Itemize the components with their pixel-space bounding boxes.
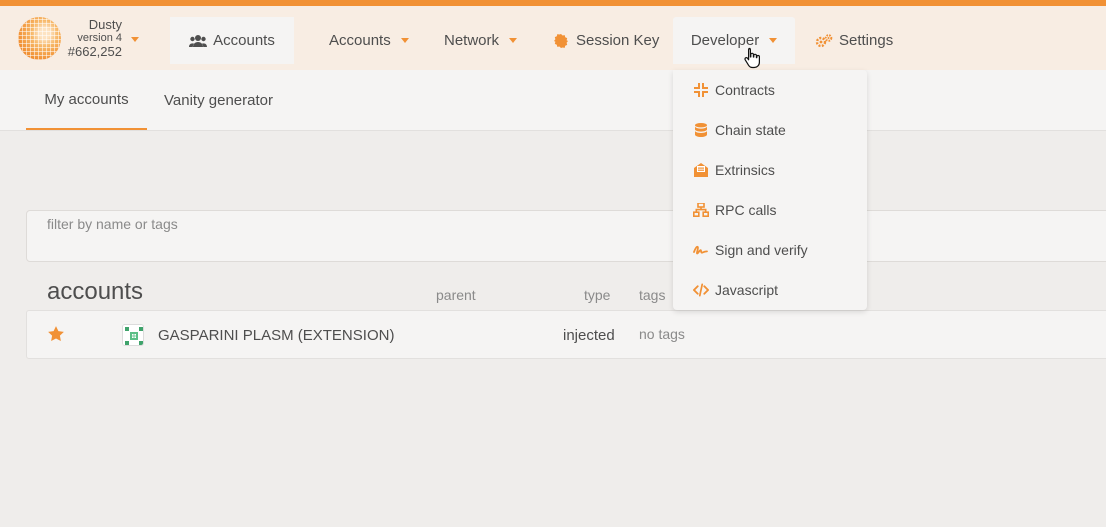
users-icon [189,33,208,49]
chevron-down-icon [769,38,778,43]
sub-tabs: My accounts Vanity generator [0,70,1106,131]
menu-accounts[interactable]: Accounts [329,17,409,64]
star-icon[interactable] [47,325,65,343]
menu-item-extrinsics-label: Extrinsics [715,162,775,178]
nav-session-key[interactable]: Session Key [552,17,659,64]
account-type: injected [563,327,615,344]
tab-my-accounts[interactable]: My accounts [26,70,147,130]
accounts-table-title: accounts [47,278,144,305]
developer-dropdown-menu: Contracts Chain state Extrinsics RPC cal… [673,70,867,310]
menu-developer[interactable]: Developer [673,17,795,64]
menu-item-chain-state[interactable]: Chain state [673,110,867,150]
menu-accounts-label: Accounts [329,32,391,49]
signature-icon [693,242,709,258]
nav-settings[interactable]: Settings [815,17,893,64]
menu-item-javascript-label: Javascript [715,282,779,298]
network-wired-icon [693,202,709,218]
nav-settings-label: Settings [839,32,894,49]
account-tags: no tags [639,326,685,342]
tab-my-accounts-label: My accounts [44,90,129,108]
chain-name: Dusty [88,17,122,32]
column-header-tags: tags [639,287,666,303]
menu-item-javascript[interactable]: Javascript [673,270,867,310]
menu-item-sign-and-verify-label: Sign and verify [715,242,808,258]
hand-pointer-icon [744,47,760,69]
tab-accounts-label: Accounts [213,32,275,49]
chevron-down-icon [400,38,409,43]
chain-selector[interactable]: Dusty version 4 #662,252 [64,17,122,59]
menu-network-label: Network [444,32,500,49]
menu-item-sign-and-verify[interactable]: Sign and verify [673,230,867,270]
column-header-parent: parent [436,287,476,303]
database-icon [693,122,709,138]
block-number: #662,252 [67,44,122,59]
menu-item-contracts[interactable]: Contracts [673,70,867,110]
menu-item-extrinsics[interactable]: Extrinsics [673,150,867,190]
menu-item-chain-state-label: Chain state [715,122,786,138]
account-name: GASPARINI PLASM (EXTENSION) [158,327,395,344]
menu-item-rpc-calls[interactable]: RPC calls [673,190,867,230]
tab-accounts[interactable]: Accounts [170,17,294,64]
tab-vanity-generator-label: Vanity generator [164,91,273,109]
code-icon [693,282,709,298]
menu-network[interactable]: Network [444,17,518,64]
menu-item-rpc-calls-label: RPC calls [715,202,777,218]
nav-session-key-label: Session Key [576,32,660,49]
filter-input[interactable] [47,214,647,234]
chevron-down-icon[interactable] [131,37,139,42]
column-header-type: type [584,287,611,303]
tab-vanity-generator[interactable]: Vanity generator [147,70,290,130]
table-row[interactable]: GASPARINI PLASM (EXTENSION) injected no … [26,310,1106,359]
cogs-icon [815,33,833,49]
filter-box [26,210,1106,262]
chevron-down-icon [509,38,518,43]
certificate-icon [552,33,570,49]
menu-item-contracts-label: Contracts [715,82,775,98]
identicon[interactable] [122,324,144,346]
compress-icon [693,82,709,98]
envelope-open-text-icon [693,162,709,178]
chain-logo[interactable] [18,17,61,60]
